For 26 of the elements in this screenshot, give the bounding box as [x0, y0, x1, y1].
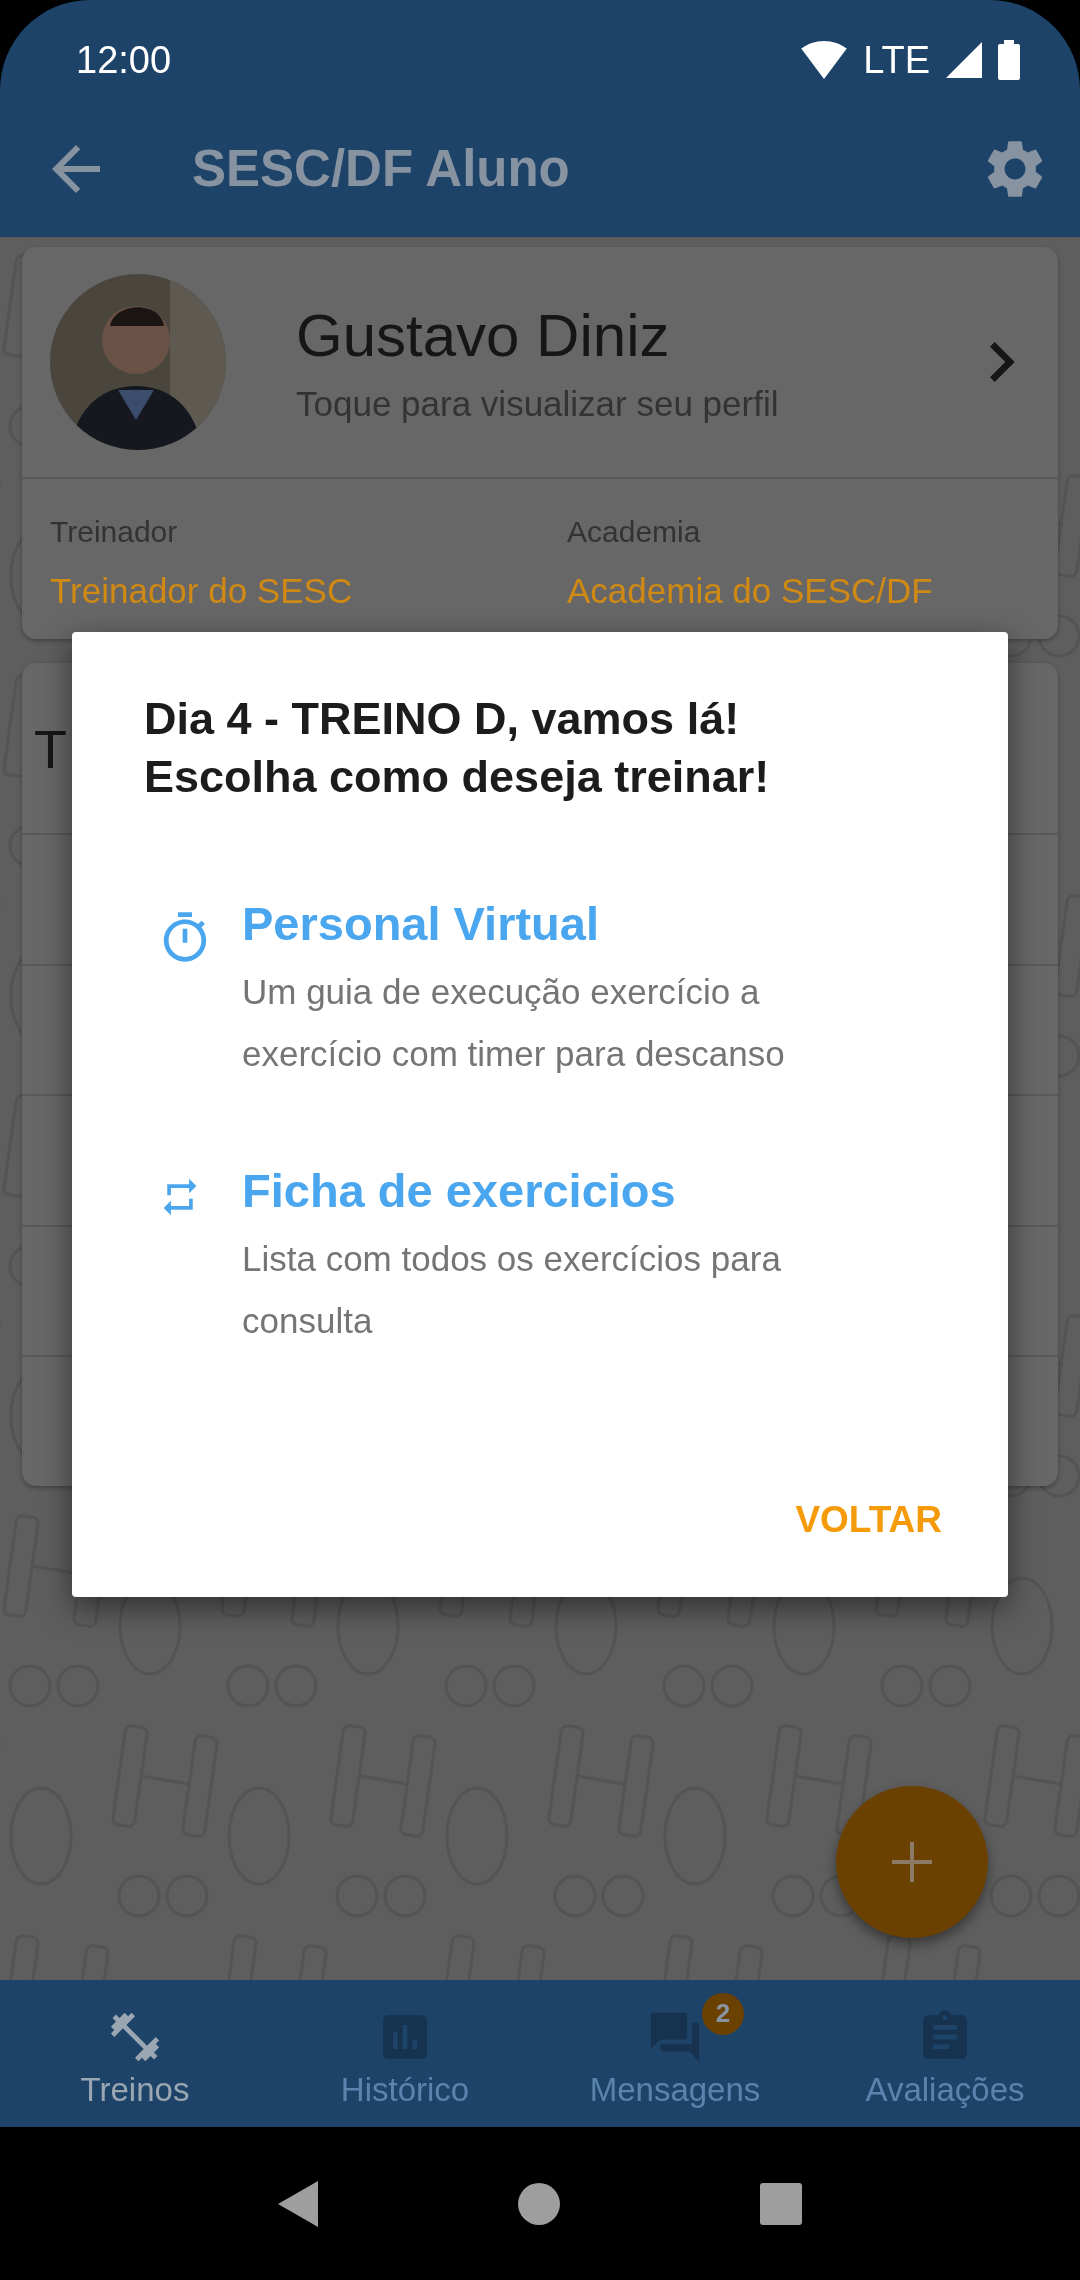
back-arrow-icon[interactable] — [52, 144, 100, 193]
nav-tab[interactable]: Treinos — [0, 1980, 270, 2127]
back-icon[interactable] — [278, 2180, 318, 2227]
nav-tab[interactable]: 2 Mensagens — [540, 1980, 810, 2127]
option-description: Um guia de execução exercício a exercício com timer para descanso — [242, 971, 786, 1075]
recents-icon[interactable] — [760, 2182, 802, 2225]
nav-tab[interactable]: Avaliações — [810, 1980, 1080, 2127]
option-title[interactable]: Personal Virtual — [242, 896, 862, 951]
status-time: 12:00 — [76, 38, 173, 82]
nav-tab[interactable]: Histórico — [270, 1980, 540, 2127]
network-label: LTE — [863, 38, 930, 82]
option-description: Lista com todos os exercícios para consulta — [242, 1238, 782, 1342]
home-icon[interactable] — [518, 2182, 560, 2225]
plus-icon — [892, 1842, 932, 1882]
dialog-title: Dia 4 - TREINO D, vamos lá! Escolha como deseja treinar! — [143, 692, 771, 804]
field-value: Academia do SESC/DF — [567, 571, 934, 611]
profile-name: Gustavo Diniz — [296, 300, 671, 370]
wifi-icon — [801, 41, 848, 79]
count-badge: 2 — [702, 1992, 744, 2035]
option-title[interactable]: Ficha de exercicios — [242, 1163, 862, 1218]
battery-icon — [998, 40, 1020, 80]
settings-icon[interactable] — [986, 139, 1044, 198]
signal-icon — [946, 42, 982, 78]
back-button[interactable]: VOLTAR — [795, 1499, 942, 1541]
field-value: Treinador do SESC — [50, 571, 354, 611]
app-title: SESC/DF Aluno — [192, 139, 571, 198]
